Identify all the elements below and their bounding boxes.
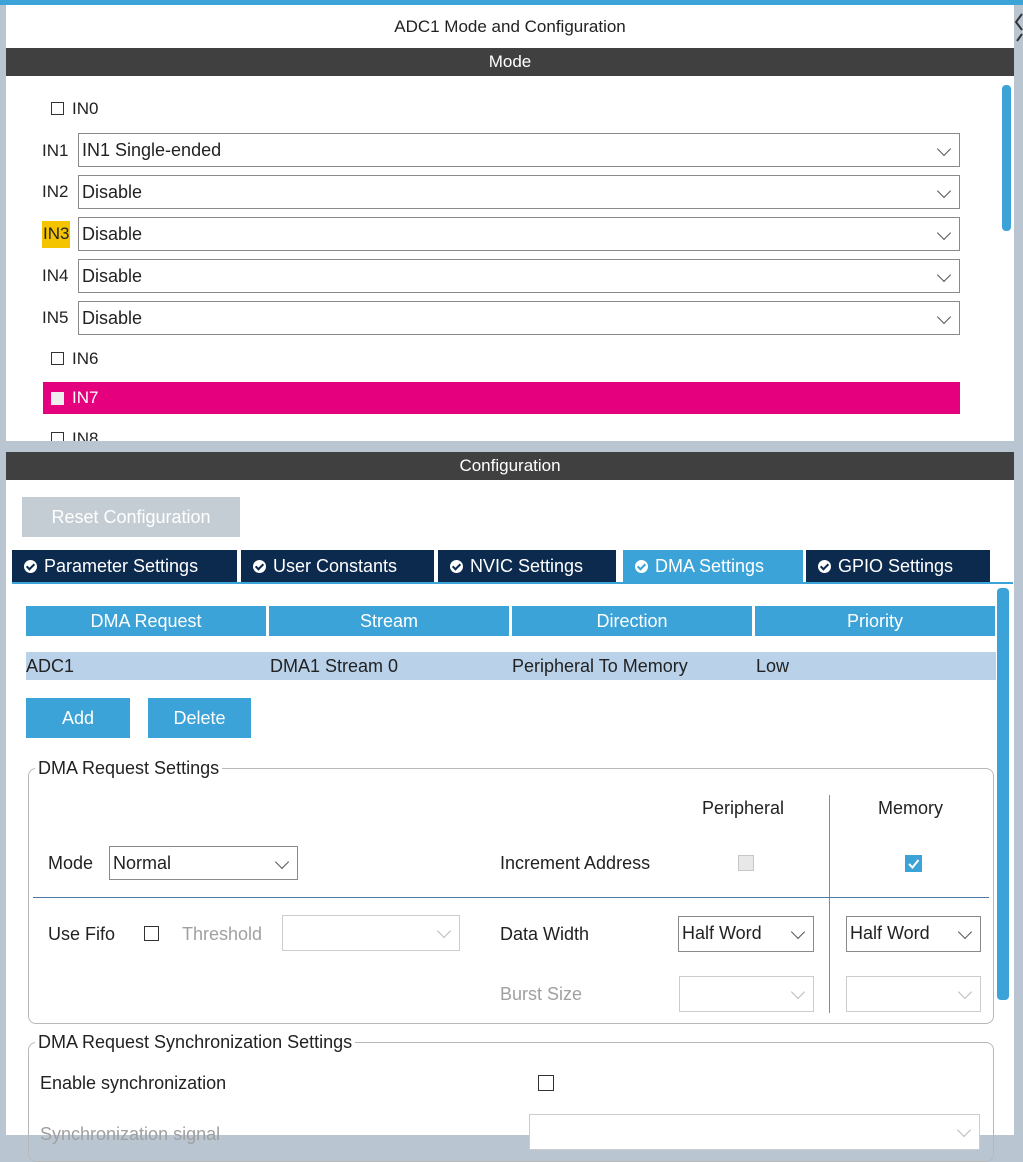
enable-synchronization-checkbox[interactable] bbox=[538, 1075, 554, 1091]
memory-column-label: Memory bbox=[878, 798, 944, 818]
channel-in0-checkbox[interactable] bbox=[51, 102, 64, 115]
tab-parameter-settings-label: Parameter Settings bbox=[44, 556, 199, 576]
channel-in5-select[interactable]: Disable bbox=[78, 301, 960, 335]
channel-in8-label: IN8 bbox=[72, 429, 99, 441]
chevron-down-icon bbox=[936, 309, 952, 325]
tab-nvic-settings[interactable]: NVIC Settings bbox=[438, 550, 616, 582]
configuration-scrollbar[interactable] bbox=[997, 588, 1009, 1000]
collapse-arrow-icon[interactable] bbox=[1014, 6, 1023, 46]
channel-in3-value: Disable bbox=[82, 224, 143, 244]
tab-user-constants[interactable]: User Constants bbox=[241, 550, 434, 582]
use-fifo-checkbox[interactable] bbox=[144, 926, 159, 941]
burst-size-label: Burst Size bbox=[500, 984, 583, 1004]
increment-address-label: Increment Address bbox=[500, 853, 651, 873]
tab-dma-settings-label: DMA Settings bbox=[655, 556, 765, 576]
row-divider bbox=[33, 897, 989, 898]
table-cell-request: ADC1 bbox=[26, 656, 75, 676]
tab-gpio-settings-label: GPIO Settings bbox=[838, 556, 954, 576]
channel-in6-label: IN6 bbox=[72, 349, 99, 368]
check-icon bbox=[908, 859, 920, 869]
channel-in1-value: IN1 Single-ended bbox=[82, 140, 222, 160]
table-row[interactable] bbox=[26, 652, 996, 680]
channel-in4-select[interactable]: Disable bbox=[78, 259, 960, 293]
channel-in4-value: Disable bbox=[82, 266, 143, 286]
peripheral-increment-checkbox[interactable] bbox=[738, 855, 754, 871]
tab-parameter-settings[interactable]: Parameter Settings bbox=[12, 550, 237, 582]
channel-in5-value: Disable bbox=[82, 308, 143, 328]
chevron-down-icon bbox=[957, 924, 973, 940]
threshold-select[interactable] bbox=[282, 915, 460, 951]
chevron-down-icon bbox=[936, 183, 952, 199]
channel-in1-select[interactable]: IN1 Single-ended bbox=[78, 133, 960, 167]
peripheral-data-width-value: Half Word bbox=[682, 923, 762, 943]
channel-in2-select[interactable]: Disable bbox=[78, 175, 960, 209]
channel-in2-value: Disable bbox=[82, 182, 143, 202]
peripheral-burst-size-select[interactable] bbox=[679, 976, 814, 1012]
channel-in7-checkbox[interactable] bbox=[51, 392, 64, 405]
channel-in1-label: IN1 bbox=[42, 141, 69, 160]
mode-panel: ADC1 Mode and Configuration Mode IN0 IN1… bbox=[6, 5, 1014, 441]
use-fifo-label: Use Fifo bbox=[48, 924, 116, 944]
channel-in3-label: IN3 bbox=[42, 221, 71, 248]
dma-table-header-request[interactable]: DMA Request bbox=[26, 606, 266, 636]
chevron-down-icon bbox=[436, 923, 452, 939]
add-button[interactable]: Add bbox=[26, 698, 130, 738]
peripheral-data-width-select[interactable]: Half Word bbox=[678, 916, 814, 952]
channel-in0-label: IN0 bbox=[72, 99, 99, 118]
channel-in7-label: IN7 bbox=[72, 388, 99, 407]
configuration-header: Configuration bbox=[6, 452, 1014, 480]
dma-sync-settings-legend: DMA Request Synchronization Settings bbox=[35, 1032, 356, 1053]
mode-select[interactable]: Normal bbox=[109, 846, 298, 880]
enable-synchronization-label: Enable synchronization bbox=[40, 1073, 227, 1093]
dma-table-header-priority[interactable]: Priority bbox=[755, 606, 995, 636]
channel-in2-label: IN2 bbox=[42, 182, 69, 201]
chevron-down-icon bbox=[936, 267, 952, 283]
channel-in8-checkbox[interactable] bbox=[51, 432, 64, 441]
chevron-down-icon bbox=[790, 984, 806, 1000]
tab-user-constants-label: User Constants bbox=[273, 556, 398, 576]
channel-in5-label: IN5 bbox=[42, 308, 69, 327]
delete-button[interactable]: Delete bbox=[148, 698, 251, 738]
peripheral-column-label: Peripheral bbox=[702, 798, 785, 818]
tab-gpio-settings[interactable]: GPIO Settings bbox=[806, 550, 990, 582]
synchronization-signal-select[interactable] bbox=[529, 1114, 980, 1150]
tab-dma-settings[interactable]: DMA Settings bbox=[623, 550, 803, 582]
check-circle-icon bbox=[450, 560, 463, 573]
tab-underline bbox=[12, 582, 1013, 584]
channel-in4-label: IN4 bbox=[42, 266, 69, 285]
check-circle-icon bbox=[818, 560, 831, 573]
mode-scrollbar[interactable] bbox=[1002, 85, 1011, 231]
check-circle-icon bbox=[635, 560, 648, 573]
memory-burst-size-select[interactable] bbox=[846, 976, 981, 1012]
reset-configuration-button[interactable]: Reset Configuration bbox=[22, 497, 240, 537]
check-circle-icon bbox=[253, 560, 266, 573]
column-divider bbox=[829, 795, 830, 1013]
dma-request-settings-legend: DMA Request Settings bbox=[35, 758, 223, 779]
chevron-down-icon bbox=[957, 984, 973, 1000]
dma-table-header-direction[interactable]: Direction bbox=[512, 606, 752, 636]
table-cell-priority: Low bbox=[756, 656, 790, 676]
memory-data-width-value: Half Word bbox=[850, 923, 930, 943]
memory-increment-checkbox[interactable] bbox=[905, 855, 922, 872]
chevron-down-icon bbox=[936, 141, 952, 157]
chevron-down-icon bbox=[790, 924, 806, 940]
mode-label: Mode bbox=[48, 853, 94, 873]
table-cell-stream: DMA1 Stream 0 bbox=[270, 656, 399, 676]
check-circle-icon bbox=[24, 560, 37, 573]
mode-select-value: Normal bbox=[113, 853, 172, 873]
mode-header: Mode bbox=[6, 48, 1014, 76]
channel-in7-checkbox-row[interactable]: IN7 bbox=[43, 382, 960, 414]
tab-nvic-settings-label: NVIC Settings bbox=[470, 556, 584, 576]
memory-data-width-select[interactable]: Half Word bbox=[846, 916, 981, 952]
channel-in3-select[interactable]: Disable bbox=[78, 217, 960, 251]
page-title: ADC1 Mode and Configuration bbox=[394, 17, 626, 36]
table-cell-direction: Peripheral To Memory bbox=[512, 656, 688, 676]
chevron-down-icon bbox=[936, 225, 952, 241]
channel-in6-checkbox[interactable] bbox=[51, 352, 64, 365]
data-width-label: Data Width bbox=[500, 924, 590, 944]
dma-table-header-stream[interactable]: Stream bbox=[269, 606, 509, 636]
threshold-label: Threshold bbox=[182, 924, 263, 944]
chevron-down-icon bbox=[274, 854, 290, 870]
